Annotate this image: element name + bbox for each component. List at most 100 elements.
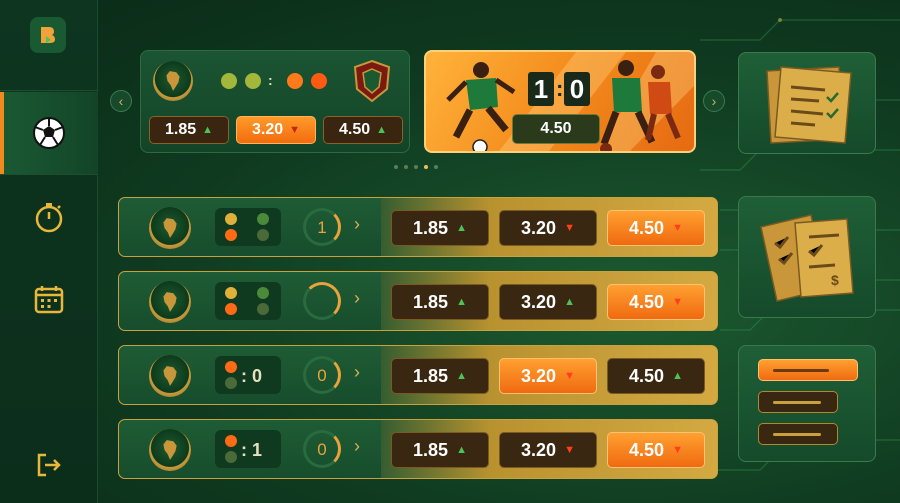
chevron-right-icon[interactable]: › bbox=[354, 214, 360, 235]
odd-value: 4.50 bbox=[629, 439, 665, 460]
status-dot bbox=[257, 287, 269, 299]
status-dot bbox=[225, 361, 237, 373]
live-match-banner[interactable]: 1 : 0 4.50 bbox=[424, 50, 696, 153]
pager-dot[interactable] bbox=[434, 165, 438, 169]
trend-down-icon: ▼ bbox=[564, 370, 575, 382]
status-dot bbox=[225, 229, 237, 241]
pager-dot[interactable] bbox=[404, 165, 408, 169]
trend-up-icon: ▲ bbox=[564, 296, 575, 308]
status-dot bbox=[225, 303, 237, 315]
trend-down-icon: ▼ bbox=[672, 296, 683, 308]
odd-button[interactable]: 4.50 ▼ bbox=[607, 432, 705, 468]
status-dot bbox=[225, 377, 237, 389]
odd-button[interactable]: 4.50 ▲ bbox=[607, 358, 705, 394]
sidebar-item-live[interactable] bbox=[0, 176, 98, 258]
match-timer-value: 1 bbox=[317, 218, 327, 237]
odd-value: 1.85 bbox=[413, 217, 449, 238]
odd-button[interactable]: 3.20 ▼ bbox=[499, 358, 597, 394]
team-crest-away bbox=[351, 59, 393, 103]
carousel-prev-button[interactable]: ‹ bbox=[110, 90, 132, 112]
pager-dot[interactable] bbox=[414, 165, 418, 169]
odd-value: 3.20 bbox=[521, 365, 557, 386]
status-dot bbox=[221, 73, 237, 89]
odd-button[interactable]: 3.20 ▲ bbox=[499, 284, 597, 320]
team-crest bbox=[149, 355, 191, 397]
stopwatch-icon bbox=[35, 203, 63, 233]
score-colon: : bbox=[556, 76, 564, 101]
odd-button[interactable]: 3.20 ▼ bbox=[499, 210, 597, 246]
nav-divider bbox=[0, 90, 98, 91]
pager-dot[interactable] bbox=[394, 165, 398, 169]
menu-list-item[interactable] bbox=[758, 423, 838, 445]
trend-down-icon: ▼ bbox=[672, 444, 683, 456]
odd-value: 1.85 bbox=[413, 365, 449, 386]
status-dot bbox=[225, 451, 237, 463]
score-text: : 1 bbox=[241, 440, 263, 460]
menu-list-item[interactable] bbox=[758, 391, 838, 413]
pager-dot-active[interactable] bbox=[424, 165, 428, 169]
sidebar-item-sports[interactable] bbox=[0, 92, 98, 174]
chevron-right-icon[interactable]: › bbox=[354, 436, 360, 457]
hero-odd-button[interactable]: 4.50 bbox=[512, 114, 600, 144]
match-timer-ring: 0 bbox=[303, 356, 341, 394]
menu-list-item-active[interactable] bbox=[758, 359, 858, 381]
status-dot bbox=[225, 213, 237, 225]
odd-button-draw[interactable]: 3.20 ▼ bbox=[236, 116, 316, 144]
brand-logo-icon[interactable] bbox=[30, 17, 66, 53]
soccer-ball-icon bbox=[33, 117, 65, 149]
match-row[interactable]: 1 › 1.85 ▲ 3.20 ▼ 4.50 ▼ bbox=[118, 197, 718, 257]
team-crest bbox=[149, 281, 191, 323]
carousel-pager bbox=[394, 165, 438, 169]
status-dot bbox=[225, 287, 237, 299]
carousel-next-button[interactable]: › bbox=[703, 90, 725, 112]
odd-value: 1.85 bbox=[164, 121, 197, 138]
odd-value: 3.20 bbox=[521, 291, 557, 312]
status-dot bbox=[257, 303, 269, 315]
trend-up-icon: ▲ bbox=[456, 296, 467, 308]
sidebar-item-calendar[interactable] bbox=[0, 258, 98, 340]
match-row[interactable]: › 1.85 ▲ 3.20 ▲ 4.50 ▼ bbox=[118, 271, 718, 331]
chevron-right-icon[interactable]: › bbox=[354, 362, 360, 383]
match-status bbox=[215, 282, 281, 320]
odd-button-home[interactable]: 1.85 ▲ bbox=[149, 116, 229, 144]
odd-button[interactable]: 1.85 ▲ bbox=[391, 432, 489, 468]
logout-icon bbox=[37, 453, 61, 477]
calendar-icon bbox=[34, 286, 64, 314]
team-crest-home bbox=[153, 61, 193, 101]
odd-button[interactable]: 1.85 ▲ bbox=[391, 210, 489, 246]
match-status: : 1 bbox=[215, 430, 281, 468]
match-timer-value: 0 bbox=[317, 440, 327, 459]
odd-value: 4.50 bbox=[338, 121, 371, 138]
tickets-tile[interactable]: $ bbox=[738, 196, 876, 318]
odd-button-away[interactable]: 4.50 ▲ bbox=[323, 116, 403, 144]
match-row[interactable]: : 0 0 › 1.85 ▲ 3.20 ▼ 4.50 ▲ bbox=[118, 345, 718, 405]
odd-button[interactable]: 4.50 ▼ bbox=[607, 284, 705, 320]
odd-value: 4.50 bbox=[629, 365, 665, 386]
logout-button[interactable] bbox=[0, 424, 98, 503]
match-row[interactable]: : 1 0 › 1.85 ▲ 3.20 ▼ 4.50 ▼ bbox=[118, 419, 718, 479]
featured-match-card[interactable]: : 1.85 ▲ 3.20 ▼ 4.50 ▲ bbox=[140, 50, 410, 153]
odd-button[interactable]: 4.50 ▼ bbox=[607, 210, 705, 246]
odd-button[interactable]: 3.20 ▼ bbox=[499, 432, 597, 468]
odd-value: 3.20 bbox=[521, 439, 557, 460]
trend-up-icon: ▲ bbox=[456, 444, 467, 456]
score-away: 0 bbox=[564, 72, 590, 106]
odd-value: 1.85 bbox=[413, 291, 449, 312]
match-timer-value: 0 bbox=[317, 366, 327, 385]
chevron-right-icon[interactable]: › bbox=[354, 288, 360, 309]
bet-slip-tile[interactable] bbox=[738, 52, 876, 154]
odd-value: 1.85 bbox=[413, 439, 449, 460]
trend-up-icon: ▲ bbox=[456, 370, 467, 382]
trend-up-icon: ▲ bbox=[672, 370, 683, 382]
trend-down-icon: ▼ bbox=[564, 444, 575, 456]
trend-up-icon: ▲ bbox=[202, 124, 214, 136]
trend-down-icon: ▼ bbox=[672, 222, 683, 234]
match-status: : 0 bbox=[215, 356, 281, 394]
odd-button[interactable]: 1.85 ▲ bbox=[391, 358, 489, 394]
svg-text:$: $ bbox=[831, 272, 839, 288]
status-dot bbox=[257, 213, 269, 225]
match-timer-ring: 1 bbox=[303, 208, 341, 246]
status-dot bbox=[287, 73, 303, 89]
odd-button[interactable]: 1.85 ▲ bbox=[391, 284, 489, 320]
odd-value: 4.50 bbox=[629, 291, 665, 312]
